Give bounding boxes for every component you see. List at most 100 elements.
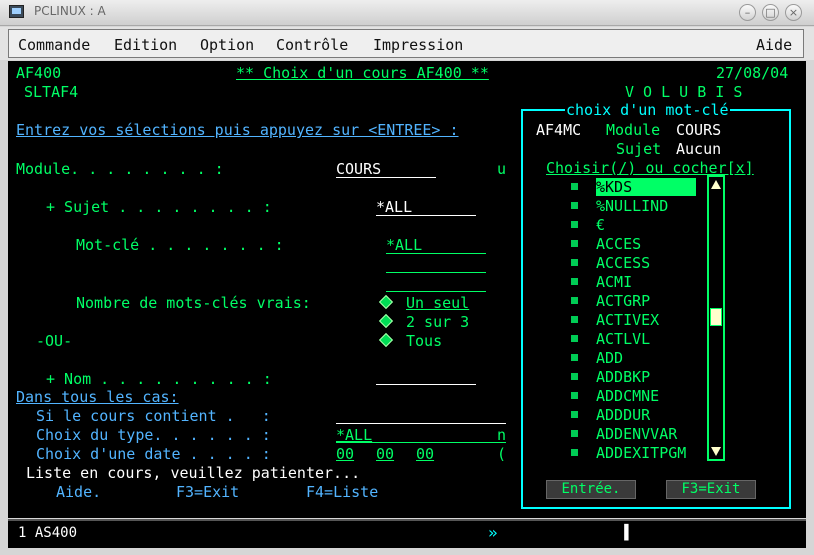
radio-diamond-icon[interactable] bbox=[378, 294, 394, 310]
popup-program: AF4MC bbox=[536, 121, 582, 139]
contient-input[interactable] bbox=[336, 423, 506, 424]
window-title: PCLINUX : A bbox=[34, 4, 106, 18]
type-underline bbox=[336, 442, 506, 443]
popup-f3-exit-button[interactable]: F3=Exit bbox=[666, 480, 756, 499]
module-trailing: u bbox=[497, 160, 507, 178]
menu-edition[interactable]: Edition bbox=[114, 36, 177, 54]
keyword-item[interactable]: € bbox=[596, 216, 605, 234]
nom-input[interactable] bbox=[376, 384, 476, 385]
module-value: COURS bbox=[336, 160, 382, 178]
keyword-item[interactable]: ADDEXITPGM bbox=[596, 444, 686, 462]
keyword-item[interactable]: ADDDUR bbox=[596, 406, 650, 424]
session-label: 1 AS400 bbox=[18, 525, 78, 541]
keyword-item[interactable]: ACTLVL bbox=[596, 330, 650, 348]
keyword-checkbox[interactable] bbox=[571, 430, 578, 437]
scroll-thumb[interactable] bbox=[710, 308, 722, 326]
date-day-input[interactable]: 00 bbox=[336, 445, 354, 463]
popup-module-value: COURS bbox=[676, 121, 722, 139]
popup-title: choix d'un mot-clé bbox=[565, 101, 730, 119]
menu-bar: Commande Edition Option Contrôle Impress… bbox=[0, 27, 814, 60]
type-trailing: n bbox=[497, 426, 507, 444]
screen-title: ** Choix d'un cours AF400 ** bbox=[236, 64, 489, 82]
contient-label: Si le cours contient . : bbox=[36, 407, 271, 425]
keyword-checkbox[interactable] bbox=[571, 297, 578, 304]
motcle-underline-1 bbox=[386, 253, 486, 254]
ou-label: -OU- bbox=[36, 332, 73, 350]
sujet-input[interactable]: *ALL bbox=[376, 198, 412, 216]
keyword-item[interactable]: ACMI bbox=[596, 273, 632, 291]
radio-diamond-icon[interactable] bbox=[378, 332, 394, 348]
fkey-aide[interactable]: Aide. bbox=[56, 483, 101, 501]
keyword-checkbox[interactable] bbox=[571, 335, 578, 342]
menu-controle[interactable]: Contrôle bbox=[276, 36, 348, 54]
menu-option[interactable]: Option bbox=[200, 36, 254, 54]
date-month-input[interactable]: 00 bbox=[376, 445, 394, 463]
keyword-checkbox[interactable] bbox=[571, 202, 578, 209]
keyword-item[interactable]: ADDCMNE bbox=[596, 387, 659, 405]
terminal-app-icon bbox=[9, 5, 24, 18]
keyword-checkbox[interactable] bbox=[571, 259, 578, 266]
radio-diamond-icon[interactable] bbox=[378, 313, 394, 329]
window-titlebar[interactable]: PCLINUX : A – □ × bbox=[0, 0, 814, 26]
keyword-scrollbar[interactable] bbox=[707, 175, 725, 461]
program-name-2: SLTAF4 bbox=[24, 83, 79, 101]
fkey-f4-liste[interactable]: F4=Liste bbox=[306, 483, 378, 501]
signal-icon: ▐ bbox=[620, 525, 629, 541]
keyword-checkbox[interactable] bbox=[571, 240, 578, 247]
date-label: Choix d'une date . . . . : bbox=[36, 445, 271, 463]
date-trailing: ( bbox=[497, 445, 507, 463]
keyword-item[interactable]: ACCES bbox=[596, 235, 641, 253]
keyword-checkbox[interactable] bbox=[571, 278, 578, 285]
motcle-label: Mot-clé . . . . . . . : bbox=[76, 236, 284, 254]
menu-impression[interactable]: Impression bbox=[373, 36, 463, 54]
keyword-item[interactable]: %KDS bbox=[596, 178, 696, 196]
brand-label: V O L U B I S bbox=[625, 83, 743, 101]
option-2-sur-3[interactable]: 2 sur 3 bbox=[406, 313, 469, 331]
keyword-item[interactable]: ACCESS bbox=[596, 254, 650, 272]
program-name: AF400 bbox=[16, 64, 62, 82]
keyword-checkbox[interactable] bbox=[571, 411, 578, 418]
popup-sujet-value: Aucun bbox=[676, 140, 722, 158]
keyword-item[interactable]: ADDENVVAR bbox=[596, 425, 677, 443]
keyword-checkbox[interactable] bbox=[571, 316, 578, 323]
motcle-input-2[interactable] bbox=[386, 272, 486, 273]
type-label: Choix du type. . . . . . : bbox=[36, 426, 271, 444]
keyword-checkbox[interactable] bbox=[571, 221, 578, 228]
scroll-up-arrow-icon[interactable] bbox=[711, 180, 721, 189]
motcle-input-3[interactable] bbox=[386, 291, 486, 292]
keyword-checkbox[interactable] bbox=[571, 354, 578, 361]
fkey-f3-exit[interactable]: F3=Exit bbox=[176, 483, 239, 501]
module-label: Module. . . . . . . . : bbox=[16, 160, 224, 178]
module-underline bbox=[336, 177, 436, 178]
keyword-item[interactable]: ADD bbox=[596, 349, 623, 367]
option-un-seul[interactable]: Un seul bbox=[406, 294, 469, 312]
option-tous[interactable]: Tous bbox=[406, 332, 442, 350]
menu-commande[interactable]: Commande bbox=[18, 36, 90, 54]
menu-aide[interactable]: Aide bbox=[756, 36, 792, 54]
sujet-label: + Sujet . . . . . . . . : bbox=[46, 198, 272, 216]
popup-module-label: Module bbox=[606, 121, 661, 139]
nombre-label: Nombre de mots-clés vrais: bbox=[76, 294, 311, 312]
date-year-input[interactable]: 00 bbox=[416, 445, 434, 463]
sujet-underline bbox=[376, 215, 476, 216]
status-bar: 1 AS400 » ▐ bbox=[8, 519, 806, 548]
maximize-button[interactable]: □ bbox=[762, 4, 779, 21]
instructions: Entrez vos sélections puis appuyez sur <… bbox=[16, 121, 459, 139]
scroll-down-arrow-icon[interactable] bbox=[711, 447, 721, 456]
status-message: Liste en cours, veuillez patienter... bbox=[26, 464, 361, 482]
keyword-checkbox[interactable] bbox=[571, 392, 578, 399]
keyword-item[interactable]: ACTIVEX bbox=[596, 311, 659, 329]
keyword-item[interactable]: ADDBKP bbox=[596, 368, 650, 386]
close-button[interactable]: × bbox=[785, 4, 802, 21]
terminal-screen: AF400 SLTAF4 ** Choix d'un cours AF400 *… bbox=[8, 61, 806, 518]
popup-sujet-label: Sujet bbox=[616, 140, 662, 158]
keyword-checkbox[interactable] bbox=[571, 373, 578, 380]
keyword-checkbox[interactable] bbox=[571, 183, 578, 190]
popup-entree-button[interactable]: Entrée. bbox=[546, 480, 636, 499]
nom-label: + Nom . . . . . . . . . : bbox=[46, 370, 272, 388]
keyword-item[interactable]: ACTGRP bbox=[596, 292, 650, 310]
keyword-item[interactable]: %NULLIND bbox=[596, 197, 668, 215]
motcle-input[interactable]: *ALL bbox=[386, 236, 422, 254]
minimize-button[interactable]: – bbox=[739, 4, 756, 21]
keyword-checkbox[interactable] bbox=[571, 449, 578, 456]
